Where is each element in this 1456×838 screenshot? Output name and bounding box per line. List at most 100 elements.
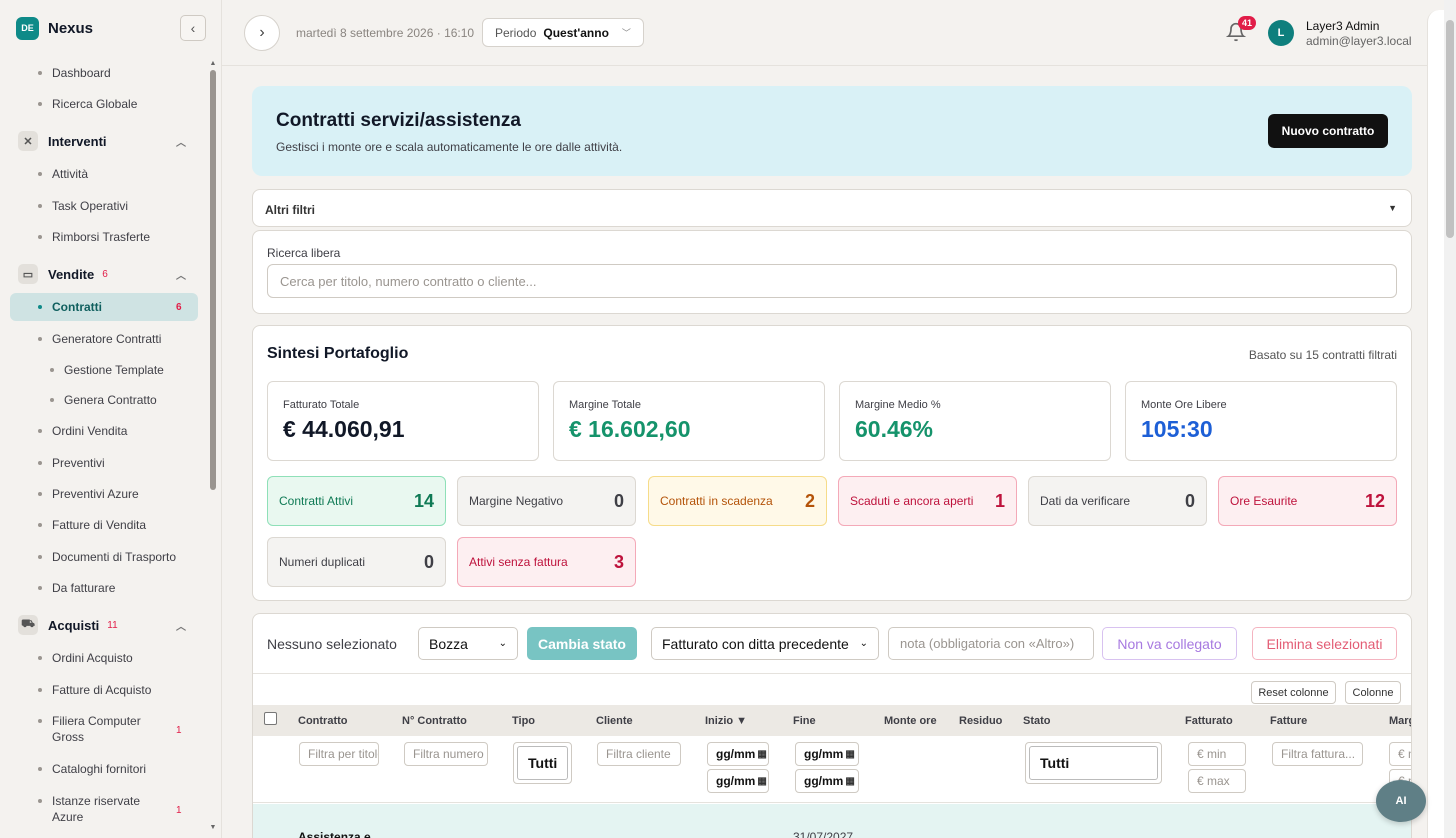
filter-status-select[interactable]: Tutti <box>1025 742 1162 784</box>
sidebar-item-fatture-vendita[interactable]: Fatture di Vendita <box>38 518 146 532</box>
filter-row: Filtra per titolo Filtra numero Tutti Fi… <box>253 736 1411 803</box>
column-header[interactable]: Fatturato <box>1185 715 1233 727</box>
column-header[interactable]: Cliente <box>596 715 633 727</box>
sidebar-item-genera-contratto[interactable]: Genera Contratto <box>50 393 157 407</box>
filter-type-select[interactable]: Tutti <box>513 742 572 784</box>
new-contract-button[interactable]: Nuovo contratto <box>1268 114 1388 148</box>
filter-invoices-input[interactable]: Filtra fattura... <box>1272 742 1363 766</box>
ai-assistant-button[interactable]: AI <box>1376 780 1426 822</box>
sidebar-section-interventi[interactable]: ✕ Interventi ︿ <box>18 130 188 152</box>
note-input[interactable] <box>888 627 1094 660</box>
kpi-card: Margine Medio % 60.46% <box>839 381 1111 461</box>
kpi-card: Fatturato Totale € 44.060,91 <box>267 381 539 461</box>
search-input[interactable] <box>267 264 1397 298</box>
sidebar-item-istanze-azure[interactable]: Istanze riservate Azure 1 <box>38 793 188 825</box>
filter-start-from-input[interactable]: gg/mm ▦ <box>707 742 769 766</box>
sidebar-item-contratti[interactable]: Contratti 6 <box>10 293 198 321</box>
side-drawer <box>1427 10 1444 838</box>
calendar-icon: ▦ <box>757 775 767 787</box>
change-status-button[interactable]: Cambia stato <box>527 627 637 660</box>
status-select[interactable]: Bozza ⌄ <box>418 627 518 660</box>
count-badge: 1 <box>176 725 182 736</box>
brand[interactable]: DE Nexus <box>16 16 93 40</box>
summary-note: Basato su 15 contratti filtrati <box>1248 348 1397 362</box>
scroll-down-icon[interactable]: ▼ <box>209 824 217 831</box>
sidebar-scrollbar[interactable]: ▲ ▼ <box>209 60 217 836</box>
user-avatar[interactable]: L <box>1268 20 1294 46</box>
page-scroll-thumb[interactable] <box>1446 20 1454 238</box>
sidebar-item-generatore-contratti[interactable]: Generatore Contratti <box>38 332 161 346</box>
reason-select[interactable]: Fatturato con ditta precedente ⌄ <box>651 627 879 660</box>
page-header: Contratti servizi/assistenza Gestisci i … <box>252 86 1412 176</box>
sidebar-item-da-fatturare[interactable]: Da fatturare <box>38 581 115 595</box>
period-select[interactable]: Periodo Quest'anno ﹀ <box>482 18 644 47</box>
column-header[interactable]: Fine <box>793 715 816 727</box>
unlink-button[interactable]: Non va collegato <box>1102 627 1237 660</box>
kpi-value: 60.46% <box>855 416 934 442</box>
filter-end-from-input[interactable]: gg/mm ▦ <box>795 742 859 766</box>
filter-start-to-input[interactable]: gg/mm ▦ <box>707 769 769 793</box>
column-header[interactable]: N° Contratto <box>402 715 467 727</box>
table-row[interactable]: Assistenza e 31/07/2027 <box>253 804 1411 838</box>
select-all-checkbox[interactable] <box>264 712 277 725</box>
column-header[interactable]: Residuo <box>959 715 1002 727</box>
other-filters-toggle[interactable]: Altri filtri ▼ <box>252 189 1412 227</box>
scroll-up-icon[interactable]: ▲ <box>209 60 217 67</box>
sidebar-item-documenti-trasporto[interactable]: Documenti di Trasporto <box>38 550 176 564</box>
kpi-value: 105:30 <box>1141 416 1213 442</box>
filter-margin-min-input[interactable]: € min <box>1389 742 1411 766</box>
filter-client-input[interactable]: Filtra cliente <box>597 742 681 766</box>
column-header[interactable]: Fatture <box>1270 715 1307 727</box>
status-tile-dati-da-verificare[interactable]: Dati da verificare 0 <box>1028 476 1207 526</box>
sidebar-item-dashboard[interactable]: Dashboard <box>38 66 111 80</box>
column-header[interactable]: Tipo <box>512 715 535 727</box>
filter-contract-input[interactable]: Filtra per titolo <box>299 742 379 766</box>
column-header[interactable]: Stato <box>1023 715 1051 727</box>
sidebar-section-vendite[interactable]: ▭ Vendite 6 ︿ <box>18 263 188 285</box>
delete-selected-button[interactable]: Elimina selezionati <box>1252 627 1397 660</box>
expand-button[interactable]: › <box>244 15 280 51</box>
status-tile-scaduti[interactable]: Scaduti e ancora aperti 1 <box>838 476 1017 526</box>
sidebar-item-ricerca-globale[interactable]: Ricerca Globale <box>38 97 137 111</box>
sidebar-scroll-thumb[interactable] <box>210 70 216 490</box>
filter-number-input[interactable]: Filtra numero <box>404 742 488 766</box>
column-header[interactable]: Inizio ▼ <box>705 715 747 727</box>
status-tile-ore-esaurite[interactable]: Ore Esaurite 12 <box>1218 476 1397 526</box>
sidebar-item-rimborsi-trasferte[interactable]: Rimborsi Trasferte <box>38 230 150 244</box>
filter-billed-min-input[interactable]: € min <box>1188 742 1246 766</box>
filter-billed-max-input[interactable]: € max <box>1188 769 1246 793</box>
count-badge: 6 <box>176 301 182 313</box>
status-tile-in-scadenza[interactable]: Contratti in scadenza 2 <box>648 476 827 526</box>
summary-title: Sintesi Portafoglio <box>267 345 409 362</box>
sidebar-item-ordini-vendita[interactable]: Ordini Vendita <box>38 424 127 438</box>
column-header[interactable]: Monte ore <box>884 715 937 727</box>
sidebar-item-preventivi-azure[interactable]: Preventivi Azure <box>38 487 139 501</box>
status-tile-margine-negativo[interactable]: Margine Negativo 0 <box>457 476 636 526</box>
status-tile-numeri-duplicati[interactable]: Numeri duplicati 0 <box>267 537 446 587</box>
sidebar-item-task-operativi[interactable]: Task Operativi <box>38 199 128 213</box>
chevron-up-icon: ︿ <box>176 137 186 149</box>
sidebar-item-preventivi[interactable]: Preventivi <box>38 456 105 470</box>
reset-columns-button[interactable]: Reset colonne <box>1251 681 1336 704</box>
page-scrollbar[interactable] <box>1444 0 1456 838</box>
brand-name: Nexus <box>48 19 94 37</box>
sidebar-item-filiera-computer-gross[interactable]: Filiera Computer Gross 1 <box>38 713 188 745</box>
sidebar-item-fatture-acquisto[interactable]: Fatture di Acquisto <box>38 683 151 697</box>
status-tile-attivi[interactable]: Contratti Attivi 14 <box>267 476 446 526</box>
sidebar-item-ordini-acquisto[interactable]: Ordini Acquisto <box>38 651 133 665</box>
contract-cell[interactable]: Assistenza e <box>298 830 371 838</box>
sidebar-item-gestione-template[interactable]: Gestione Template <box>50 363 164 377</box>
sidebar-item-cataloghi-fornitori[interactable]: Cataloghi fornitori <box>38 762 146 776</box>
columns-button[interactable]: Colonne <box>1345 681 1401 704</box>
sidebar-section-acquisti[interactable]: ⛟ Acquisti 11 ︿ <box>18 614 188 636</box>
selection-status: Nessuno selezionato <box>267 636 397 652</box>
kpi-value: € 44.060,91 <box>283 416 405 442</box>
column-header[interactable]: Contratto <box>298 715 348 727</box>
collapse-sidebar-button[interactable]: ‹ <box>180 15 206 41</box>
filter-end-to-input[interactable]: gg/mm ▦ <box>795 769 859 793</box>
period-value: Quest'anno <box>543 25 609 40</box>
calendar-icon: ▦ <box>845 775 855 787</box>
sidebar-item-attivita[interactable]: Attività <box>38 167 88 181</box>
status-tile-senza-fattura[interactable]: Attivi senza fattura 3 <box>457 537 636 587</box>
column-header[interactable]: Margine <box>1389 715 1411 727</box>
